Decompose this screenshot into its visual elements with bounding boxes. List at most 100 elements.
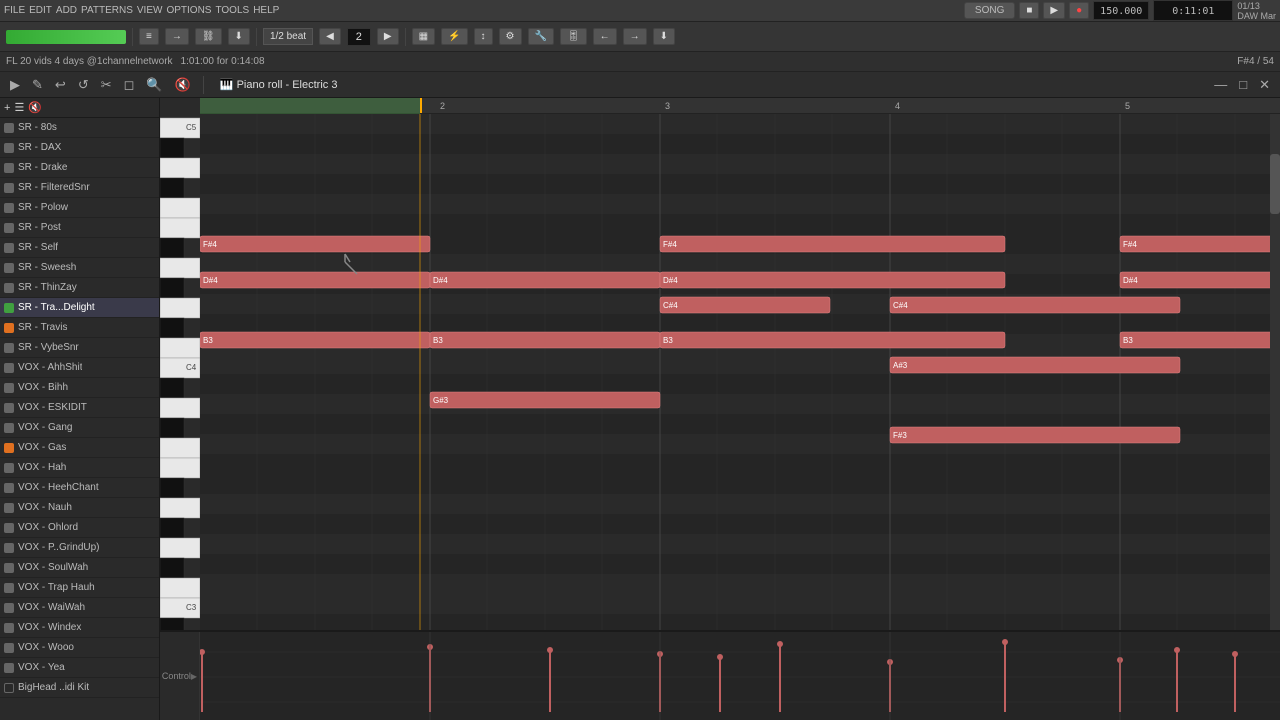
- forward-button[interactable]: →: [165, 28, 189, 45]
- v-scrollbar-thumb[interactable]: [1270, 154, 1280, 214]
- piano-keys: C5 C4 C3: [160, 98, 200, 630]
- pr-zoom[interactable]: 🔍: [142, 75, 166, 95]
- track-item-21[interactable]: VOX - P..GrindUp): [0, 538, 159, 558]
- menu-edit[interactable]: EDIT: [29, 5, 52, 16]
- fx8[interactable]: →: [623, 28, 647, 45]
- play-button[interactable]: ▶: [1043, 2, 1065, 19]
- track-item-6[interactable]: SR - Self: [0, 238, 159, 258]
- pattern-selector[interactable]: SONG: [964, 2, 1015, 19]
- ruler-mark-4: 4: [895, 101, 900, 111]
- svg-text:F#4: F#4: [203, 240, 217, 249]
- menu-options[interactable]: OPTIONS: [166, 5, 211, 16]
- track-label-25: VOX - Windex: [18, 622, 81, 633]
- track-item-27[interactable]: VOX - Yea: [0, 658, 159, 678]
- track-item-11[interactable]: SR - VybeSnr: [0, 338, 159, 358]
- track-mute-icon[interactable]: 🔇: [28, 101, 42, 114]
- track-item-20[interactable]: VOX - Ohlord: [0, 518, 159, 538]
- pr-close[interactable]: ✕: [1255, 75, 1274, 95]
- pr-minimize[interactable]: —: [1210, 75, 1231, 94]
- track-label-23: VOX - Trap Hauh: [18, 582, 95, 593]
- vertical-scrollbar[interactable]: [1270, 114, 1280, 630]
- pr-select[interactable]: ◻: [120, 75, 139, 95]
- menu-file[interactable]: FILE: [4, 5, 25, 16]
- svg-text:F#4: F#4: [1123, 240, 1137, 249]
- track-dot-8: [4, 283, 14, 293]
- volume-bar[interactable]: [6, 30, 126, 44]
- svg-text:C3: C3: [186, 603, 197, 612]
- fx1[interactable]: ▦: [412, 28, 435, 45]
- track-item-19[interactable]: VOX - Nauh: [0, 498, 159, 518]
- pr-maximize[interactable]: □: [1235, 75, 1251, 94]
- menu-add[interactable]: ADD: [56, 5, 77, 16]
- track-dot-28: [4, 683, 14, 693]
- download-button[interactable]: ⬇: [228, 28, 250, 45]
- piano-grid-wrapper[interactable]: 2 3 4 5: [200, 98, 1280, 630]
- fx4[interactable]: ⚙: [499, 28, 522, 45]
- fx2[interactable]: ⚡: [441, 28, 467, 45]
- track-item-7[interactable]: SR - Sweesh: [0, 258, 159, 278]
- fx9[interactable]: ⬇: [653, 28, 675, 45]
- svg-text:B3: B3: [433, 336, 443, 345]
- control-main[interactable]: [200, 632, 1280, 720]
- track-item-22[interactable]: VOX - SoulWah: [0, 558, 159, 578]
- track-item-28[interactable]: BigHead ..idi Kit: [0, 678, 159, 698]
- track-label-17: VOX - Hah: [18, 462, 66, 473]
- track-dot-15: [4, 423, 14, 433]
- menu-help[interactable]: HELP: [253, 5, 279, 16]
- pr-pencil[interactable]: ✎: [28, 75, 47, 95]
- track-item-24[interactable]: VOX - WaiWah: [0, 598, 159, 618]
- track-item-1[interactable]: SR - DAX: [0, 138, 159, 158]
- track-item-2[interactable]: SR - Drake: [0, 158, 159, 178]
- track-options-icon[interactable]: ☰: [14, 101, 24, 114]
- track-item-13[interactable]: VOX - Bihh: [0, 378, 159, 398]
- pr-mute[interactable]: 🔇: [171, 75, 195, 95]
- fx3[interactable]: ↕: [474, 28, 493, 45]
- track-dot-16: [4, 443, 14, 453]
- pr-cut[interactable]: ✂: [97, 75, 116, 95]
- svg-text:F#3: F#3: [893, 431, 907, 440]
- pr-play[interactable]: ▶: [6, 75, 24, 95]
- pianoroll-title: 🎹 Piano roll - Electric 3: [220, 78, 338, 91]
- transport-bar: ≡ → ⛓ ⬇ 1/2 beat ◀ 2 ▶ ▦ ⚡ ↕ ⚙ 🔧 🎚 ← → ⬇: [0, 22, 1280, 52]
- track-item-0[interactable]: SR - 80s: [0, 118, 159, 138]
- track-item-26[interactable]: VOX - Wooo: [0, 638, 159, 658]
- track-item-16[interactable]: VOX - Gas: [0, 438, 159, 458]
- menu-patterns[interactable]: PATTERNS: [81, 5, 133, 16]
- connect-button[interactable]: ⛓: [195, 28, 222, 45]
- track-item-5[interactable]: SR - Post: [0, 218, 159, 238]
- fx7[interactable]: ←: [593, 28, 617, 45]
- fx5[interactable]: 🔧: [528, 28, 554, 45]
- grid-body[interactable]: F#4 F#4 F#4 D#4 D#4 D#4: [200, 114, 1280, 630]
- pr-undo[interactable]: ↩: [51, 75, 70, 95]
- add-track-icon[interactable]: +: [4, 102, 10, 114]
- record-button[interactable]: ●: [1069, 2, 1089, 19]
- track-item-10[interactable]: SR - Travis: [0, 318, 159, 338]
- beat-mode[interactable]: 1/2 beat: [263, 28, 313, 45]
- track-item-15[interactable]: VOX - Gang: [0, 418, 159, 438]
- beat-next[interactable]: ▶: [377, 28, 399, 45]
- track-item-4[interactable]: SR - Polow: [0, 198, 159, 218]
- mixer-button[interactable]: ≡: [139, 28, 159, 45]
- menu-view[interactable]: VIEW: [137, 5, 163, 16]
- svg-text:B3: B3: [203, 336, 213, 345]
- track-item-3[interactable]: SR - FilteredSnr: [0, 178, 159, 198]
- track-item-17[interactable]: VOX - Hah: [0, 458, 159, 478]
- svg-text:B3: B3: [663, 336, 673, 345]
- track-item-9[interactable]: SR - Tra...Delight: [0, 298, 159, 318]
- pr-redo[interactable]: ↺: [74, 75, 93, 95]
- track-label-24: VOX - WaiWah: [18, 602, 85, 613]
- track-item-14[interactable]: VOX - ESKIDIT: [0, 398, 159, 418]
- track-dot-7: [4, 263, 14, 273]
- piano-keys-bg: C5 C4 C3: [160, 98, 199, 630]
- track-dot-6: [4, 243, 14, 253]
- track-item-25[interactable]: VOX - Windex: [0, 618, 159, 638]
- track-item-12[interactable]: VOX - AhhShit: [0, 358, 159, 378]
- track-item-23[interactable]: VOX - Trap Hauh: [0, 578, 159, 598]
- fx6[interactable]: 🎚: [560, 28, 587, 45]
- beat-prev[interactable]: ◀: [319, 28, 341, 45]
- menu-tools[interactable]: TOOLS: [215, 5, 249, 16]
- track-item-8[interactable]: SR - ThinZay: [0, 278, 159, 298]
- svg-text:D#4: D#4: [203, 276, 218, 285]
- track-item-18[interactable]: VOX - HeehChant: [0, 478, 159, 498]
- stop-button[interactable]: ■: [1019, 2, 1039, 19]
